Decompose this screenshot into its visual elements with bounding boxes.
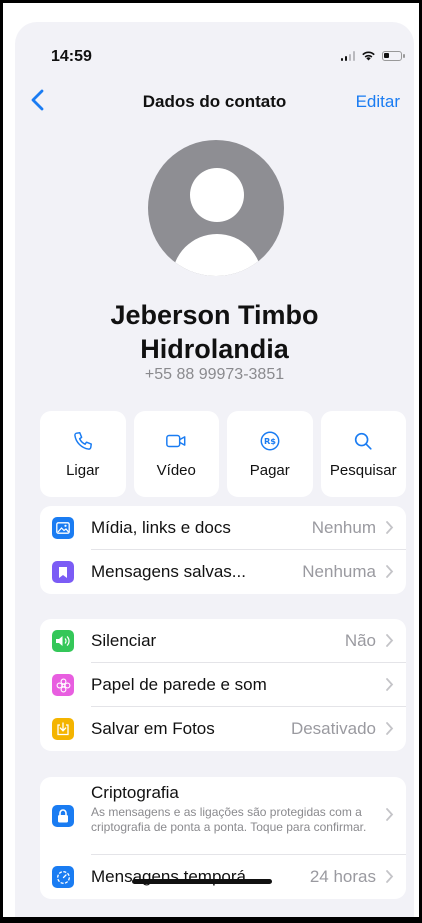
row-mute[interactable]: Silenciar Não (40, 619, 406, 663)
battery-icon (382, 50, 405, 61)
flower-icon (52, 674, 74, 696)
pay-label: Pagar (249, 461, 290, 479)
video-button[interactable]: Vídeo (133, 411, 219, 497)
row-label: Mensagens temporá... (91, 867, 261, 886)
chevron-right-icon (386, 808, 394, 821)
video-icon (166, 434, 186, 447)
pay-button[interactable]: R$ Pagar (227, 411, 313, 497)
settings-group: Silenciar Não Papel de parede e som Salv… (40, 619, 406, 751)
status-time: 14:59 (51, 48, 92, 65)
wifi-icon (362, 51, 375, 61)
phone-icon (73, 431, 92, 450)
row-value: Desativado (290, 719, 376, 738)
chevron-right-icon (386, 722, 394, 735)
search-button[interactable]: Pesquisar (320, 411, 406, 497)
row-label: Papel de parede e som (91, 675, 267, 694)
call-button[interactable]: Ligar (40, 411, 126, 497)
lock-icon (52, 805, 74, 827)
timer-icon (52, 866, 74, 888)
row-value: Nenhum (311, 518, 376, 537)
call-label: Ligar (66, 461, 100, 479)
search-label: Pesquisar (329, 461, 397, 479)
row-label: Mídia, links e docs (91, 518, 231, 537)
photo-icon (52, 517, 74, 539)
status-icons (340, 50, 405, 61)
row-disappearing-messages[interactable]: Mensagens temporá... 24 horas (40, 855, 406, 899)
row-label: Silenciar (91, 631, 157, 650)
contact-phone: +55 88 99973-3851 (144, 366, 285, 383)
row-media-links-docs[interactable]: Mídia, links e docs Nenhum (40, 506, 406, 550)
row-saved-messages[interactable]: Mensagens salvas... Nenhuma (40, 550, 406, 594)
search-icon (355, 432, 372, 450)
status-bar: 14:59 (15, 22, 414, 66)
speaker-icon (52, 630, 74, 652)
media-group: Mídia, links e docs Nenhum Mensagens sal… (40, 506, 406, 594)
row-value: 24 horas (309, 867, 376, 886)
svg-text:R$: R$ (264, 436, 276, 446)
download-icon (52, 718, 74, 740)
navigation-bar: Dados do contato Editar (15, 84, 414, 118)
chevron-right-icon (386, 678, 394, 691)
row-label: Mensagens salvas... (91, 562, 246, 581)
contact-info-screen: 14:59 Dados do contato Editar Jeberson T… (15, 22, 414, 917)
action-buttons: Ligar Vídeo R$ Pagar Pesquisar (40, 411, 406, 497)
chevron-right-icon (386, 521, 394, 534)
chevron-right-icon (386, 870, 394, 883)
row-label: Salvar em Fotos (91, 719, 215, 738)
real-currency-icon: R$ (260, 431, 280, 450)
contact-name: Jeberson Timbo Hidrolandia (110, 300, 319, 364)
chevron-right-icon (386, 634, 394, 647)
row-value: Nenhuma (302, 562, 376, 581)
avatar[interactable] (148, 140, 284, 276)
chevron-right-icon (386, 565, 394, 578)
video-label: Vídeo (156, 461, 196, 479)
row-encryption[interactable]: Criptografia As mensagens e as ligações … (40, 777, 406, 855)
row-label: Criptografia (91, 783, 179, 802)
row-wallpaper-sound[interactable]: Papel de parede e som (40, 663, 406, 707)
encryption-description: As mensagens e as ligações são protegida… (91, 805, 367, 834)
row-save-to-photos[interactable]: Salvar em Fotos Desativado (40, 707, 406, 751)
row-value: Não (344, 631, 376, 650)
edit-button[interactable]: Editar (356, 92, 400, 112)
home-indicator[interactable] (132, 879, 272, 884)
bookmark-icon (52, 561, 74, 583)
page-title: Dados do contato (142, 92, 287, 111)
cellular-signal-icon (340, 50, 355, 61)
